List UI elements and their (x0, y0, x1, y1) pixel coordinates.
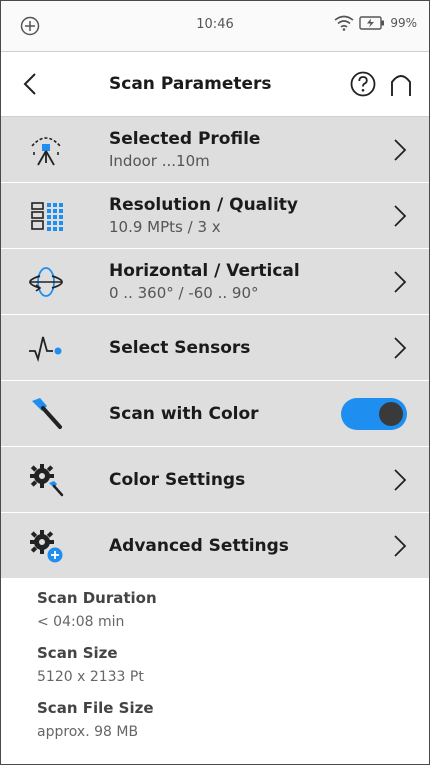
info-value: approx. 98 MB (37, 724, 139, 740)
menu-item-label: Scan with Color (109, 403, 259, 424)
scan-size: Scan Size 5120 x 2133 Pt (37, 644, 429, 685)
status-bar: 10:46 99% (1, 1, 429, 52)
menu-item-selected-profile[interactable]: Selected Profile Indoor ...10m (1, 117, 429, 183)
menu-item-horizontal-vertical[interactable]: Horizontal / Vertical 0 .. 360° / -60 ..… (1, 249, 429, 315)
scan-duration: Scan Duration < 04:08 min (37, 589, 429, 630)
menu-item-label: Horizontal / Vertical (109, 261, 300, 281)
chevron-right-icon (394, 205, 407, 227)
page-title: Scan Parameters (109, 74, 272, 94)
menu-item-scan-with-color[interactable]: Scan with Color (1, 381, 429, 447)
info-label: Scan Duration (37, 589, 157, 607)
app-frame: 10:46 99% Scan Parameters Selected Profi… (0, 0, 430, 765)
chevron-right-icon (394, 535, 407, 557)
rotation-axes-icon (29, 267, 63, 297)
info-label: Scan File Size (37, 699, 154, 717)
scan-file-size: Scan File Size approx. 98 MB (37, 699, 429, 740)
color-dropper-icon (32, 398, 62, 429)
grid-resolution-icon (31, 202, 63, 231)
menu-item-label: Selected Profile (109, 129, 261, 149)
menu-item-resolution-quality[interactable]: Resolution / Quality 10.9 MPts / 3 x (1, 183, 429, 249)
chevron-right-icon (394, 337, 407, 359)
chevron-right-icon (394, 469, 407, 491)
parameter-menu: Selected Profile Indoor ...10m Resolutio… (1, 117, 429, 579)
tripod-scanner-icon (31, 137, 61, 166)
menu-item-advanced-settings[interactable]: Advanced Settings (1, 513, 429, 579)
menu-item-label: Resolution / Quality (109, 195, 299, 215)
info-label: Scan Size (37, 644, 118, 662)
menu-item-label: Select Sensors (109, 337, 251, 358)
status-indicators: 99% (334, 15, 417, 31)
toggle-knob (379, 402, 403, 426)
help-icon[interactable] (349, 70, 377, 98)
chevron-right-icon (394, 139, 407, 161)
menu-item-value: Indoor ...10m (109, 152, 210, 170)
menu-item-value: 0 .. 360° / -60 .. 90° (109, 284, 259, 302)
menu-item-select-sensors[interactable]: Select Sensors (1, 315, 429, 381)
menu-item-label: Advanced Settings (109, 535, 289, 556)
battery-charging-icon (359, 16, 385, 30)
info-value: < 04:08 min (37, 614, 125, 630)
gear-plus-icon (30, 530, 63, 563)
home-icon[interactable] (387, 70, 415, 98)
menu-item-value: 10.9 MPts / 3 x (109, 218, 221, 236)
chevron-right-icon (394, 271, 407, 293)
header: Scan Parameters (1, 52, 429, 117)
gear-dropper-icon (30, 464, 64, 497)
scan-summary: Scan Duration < 04:08 min Scan Size 5120… (1, 579, 429, 740)
info-value: 5120 x 2133 Pt (37, 669, 144, 685)
scan-color-toggle[interactable] (341, 398, 407, 430)
menu-item-label: Color Settings (109, 469, 246, 490)
battery-level: 99% (390, 16, 417, 30)
back-icon[interactable] (17, 70, 45, 98)
menu-item-color-settings[interactable]: Color Settings (1, 447, 429, 513)
wifi-icon (334, 15, 354, 31)
sensor-signal-icon (29, 336, 62, 363)
